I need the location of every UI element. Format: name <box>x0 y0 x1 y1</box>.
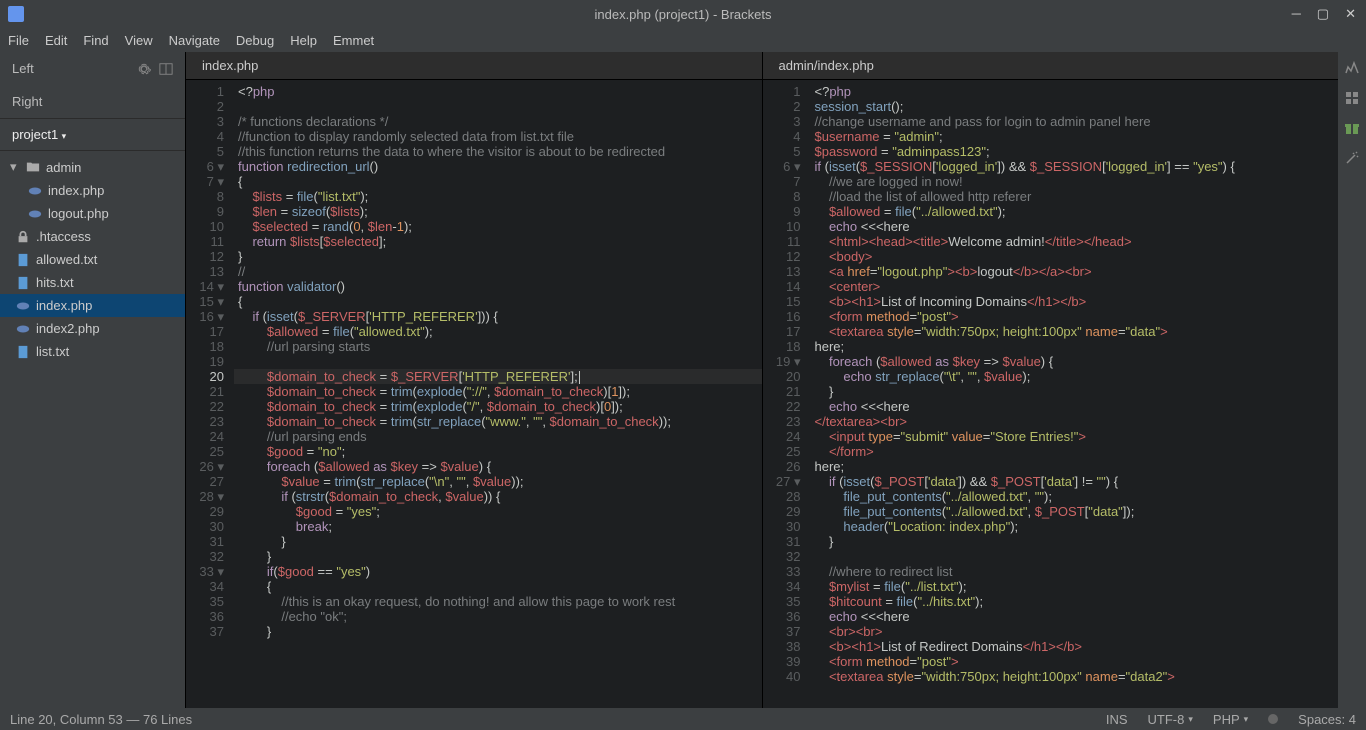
folder-icon <box>26 160 40 174</box>
gear-icon[interactable] <box>137 62 151 76</box>
code-left[interactable]: <?php/* functions declarations *///funct… <box>234 80 762 708</box>
txt-file-icon <box>16 345 30 359</box>
lock-icon <box>16 230 30 244</box>
gutter-left: 123456 ▾7 ▾891011121314 ▾15 ▾16 ▾1718192… <box>186 80 234 708</box>
code-area-left[interactable]: 123456 ▾7 ▾891011121314 ▾15 ▾16 ▾1718192… <box>186 80 762 708</box>
tree-file-hits[interactable]: hits.txt <box>0 271 185 294</box>
editor-right: admin/index.php 123456 ▾7891011121314151… <box>762 52 1339 708</box>
sidebar: Left Right project1 ▾ ▾admin index.php l… <box>0 52 185 708</box>
wand-icon[interactable] <box>1344 150 1360 166</box>
split-icon[interactable] <box>159 62 173 76</box>
tab-right[interactable]: admin/index.php <box>763 52 1339 80</box>
extensions-icon[interactable] <box>1344 90 1360 106</box>
tab-left[interactable]: index.php <box>186 52 762 80</box>
window-title: index.php (project1) - Brackets <box>594 7 771 22</box>
gift-icon[interactable] <box>1344 120 1360 136</box>
maximize-button[interactable]: ▢ <box>1317 6 1329 22</box>
rightbar <box>1338 52 1366 708</box>
tree-file-index2[interactable]: index2.php <box>0 317 185 340</box>
app-icon <box>8 6 24 22</box>
status-lang[interactable]: PHP ▾ <box>1213 712 1248 727</box>
minimize-button[interactable]: ─ <box>1292 6 1301 22</box>
status-spaces[interactable]: Spaces: 4 <box>1298 712 1356 727</box>
php-file-icon <box>28 207 42 221</box>
menu-debug[interactable]: Debug <box>236 33 274 48</box>
code-right[interactable]: <?phpsession_start();//change username a… <box>811 80 1339 708</box>
working-set-left[interactable]: Left <box>0 52 185 85</box>
status-cursor-pos[interactable]: Line 20, Column 53 — 76 Lines <box>10 712 192 727</box>
txt-file-icon <box>16 253 30 267</box>
tree-folder-admin[interactable]: ▾admin <box>0 155 185 179</box>
tree-file-admin-logout[interactable]: logout.php <box>0 202 185 225</box>
php-file-icon <box>16 322 30 336</box>
tree-file-list[interactable]: list.txt <box>0 340 185 363</box>
live-preview-icon[interactable] <box>1344 60 1360 76</box>
menu-view[interactable]: View <box>125 33 153 48</box>
menu-file[interactable]: File <box>8 33 29 48</box>
titlebar: index.php (project1) - Brackets ─ ▢ ✕ <box>0 0 1366 28</box>
menu-navigate[interactable]: Navigate <box>169 33 220 48</box>
menu-help[interactable]: Help <box>290 33 317 48</box>
code-area-right[interactable]: 123456 ▾78910111213141516171819 ▾2021222… <box>763 80 1339 708</box>
statusbar: Line 20, Column 53 — 76 Lines INS UTF-8 … <box>0 708 1366 730</box>
tree-file-allowed[interactable]: allowed.txt <box>0 248 185 271</box>
php-file-icon <box>28 184 42 198</box>
tree-file-htaccess[interactable]: .htaccess <box>0 225 185 248</box>
status-indicator-icon[interactable] <box>1268 714 1278 724</box>
php-file-icon <box>16 299 30 313</box>
tree-file-admin-index[interactable]: index.php <box>0 179 185 202</box>
menu-find[interactable]: Find <box>83 33 108 48</box>
gutter-right: 123456 ▾78910111213141516171819 ▾2021222… <box>763 80 811 708</box>
working-set-left-label: Left <box>12 61 34 76</box>
status-ins[interactable]: INS <box>1106 712 1128 727</box>
txt-file-icon <box>16 276 30 290</box>
menu-edit[interactable]: Edit <box>45 33 67 48</box>
menubar: File Edit Find View Navigate Debug Help … <box>0 28 1366 52</box>
working-set-right-label: Right <box>12 94 42 109</box>
status-encoding[interactable]: UTF-8 ▾ <box>1148 712 1193 727</box>
project-selector[interactable]: project1 ▾ <box>0 118 185 151</box>
editor-left: index.php 123456 ▾7 ▾891011121314 ▾15 ▾1… <box>185 52 762 708</box>
close-button[interactable]: ✕ <box>1345 6 1356 22</box>
working-set-right[interactable]: Right <box>0 85 185 118</box>
menu-emmet[interactable]: Emmet <box>333 33 374 48</box>
file-tree: ▾admin index.php logout.php .htaccess al… <box>0 151 185 708</box>
tree-file-index[interactable]: index.php <box>0 294 185 317</box>
window-controls: ─ ▢ ✕ <box>1292 6 1366 22</box>
